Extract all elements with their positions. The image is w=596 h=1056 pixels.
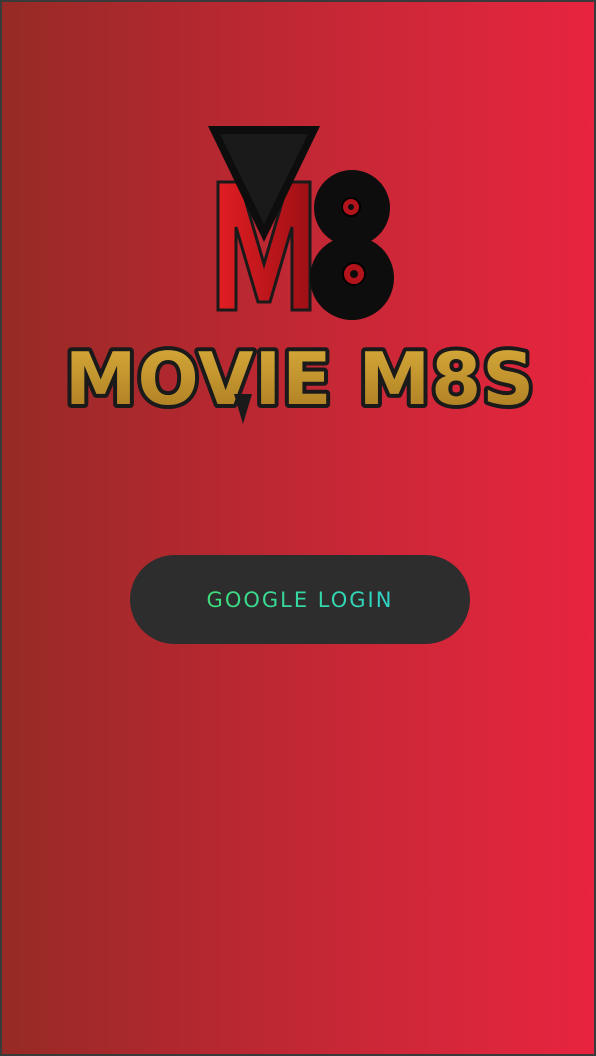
svg-text:MOVIE M8S: MOVIE M8S [65,337,535,421]
m8-monogram [208,126,394,320]
google-login-label: GOOGLE LOGIN [206,587,394,612]
movie-m8s-wordmark: MOVIE M8S MOVIE M8S [61,333,538,425]
google-login-button[interactable]: GOOGLE LOGIN [130,555,470,644]
movie-m8s-logo: MOVIE M8S MOVIE M8S [61,126,538,425]
login-screen: MOVIE M8S MOVIE M8S GOOGLE LOGIN [0,0,596,1056]
